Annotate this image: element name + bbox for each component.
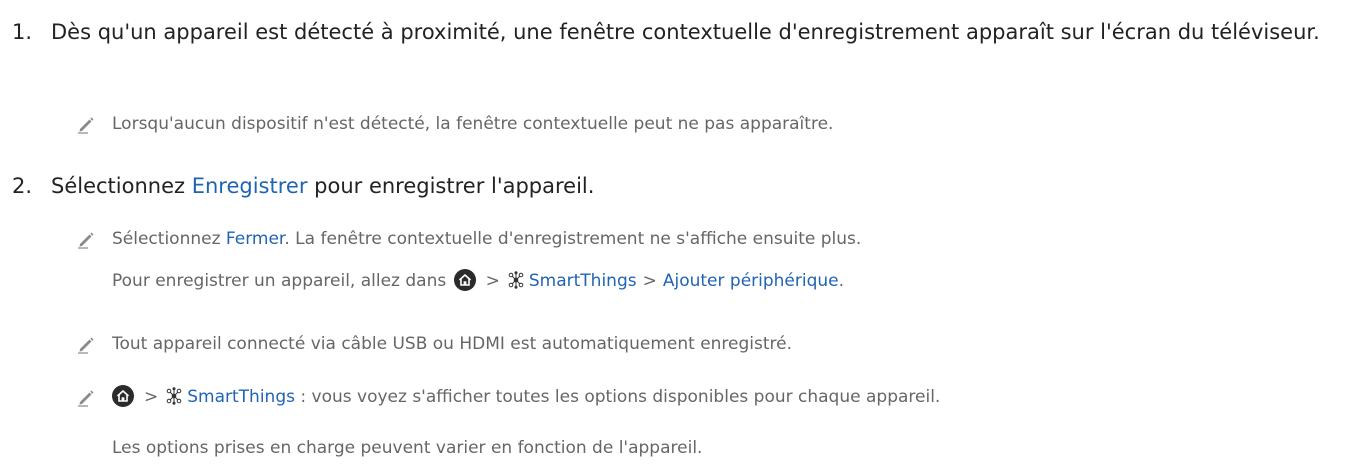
add-device-link[interactable]: Ajouter périphérique [663,271,839,291]
home-icon [453,269,476,291]
manual-page: 1. Dès qu'un appareil est détecté à prox… [0,0,1346,475]
smartthings-icon [508,271,524,289]
register-link[interactable]: Enregistrer [192,174,308,198]
path-separator: > [642,271,657,291]
path-separator: > [144,387,159,407]
step-text-before: Sélectionnez [51,174,192,198]
smartthings-link[interactable]: SmartThings [529,271,637,291]
pencil-note-icon [78,337,94,354]
smartthings-icon [166,387,182,405]
note-text-after: . La fenêtre contextuelle d'enregistreme… [284,229,862,249]
note-text-before: Sélectionnez [112,229,226,249]
note-text-after: : vous voyez s'afficher toutes les optio… [294,387,941,407]
step-number: 1. [12,20,33,44]
note-text: Sélectionnez Fermer. La fenêtre contextu… [112,227,861,251]
step-text-after: pour enregistrer l'appareil. [307,174,595,198]
step-text: Dès qu'un appareil est détecté à proximi… [51,20,1320,44]
pencil-note-icon [78,117,94,134]
note-2-path: Pour enregistrer un appareil, allez dans… [112,269,844,293]
step-text: Sélectionnez Enregistrer pour enregistre… [51,170,1331,202]
step-number: 2. [12,174,33,198]
path-intro: Pour enregistrer un appareil, allez dans [112,271,452,291]
pencil-note-icon [78,232,94,249]
note-text: Lorsqu'aucun dispositif n'est détecté, l… [112,114,834,134]
path-separator: > [485,271,500,291]
close-link[interactable]: Fermer [226,229,284,249]
note-text: Tout appareil connecté via câble USB ou … [112,334,793,354]
smartthings-link[interactable]: SmartThings [187,387,295,407]
path-end: . [838,271,845,291]
note-4-continuation: Les options prises en charge peuvent var… [112,438,703,458]
home-icon [112,385,134,407]
note-text: > SmartThings : vous voyez s'afficher to… [112,385,940,409]
pencil-note-icon [78,390,94,407]
